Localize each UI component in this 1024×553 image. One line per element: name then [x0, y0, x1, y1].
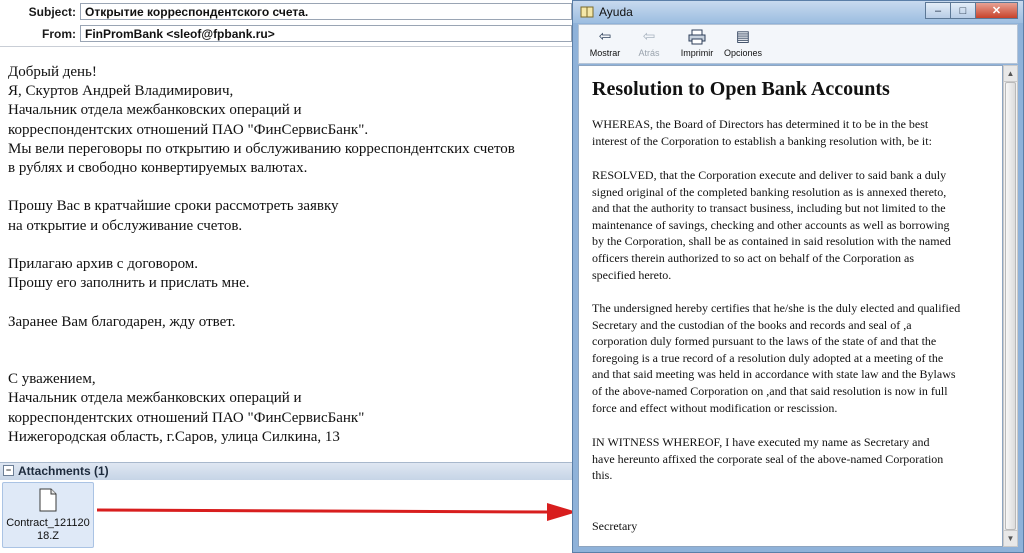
document-paragraph: WHEREAS, the Board of Directors has dete…: [592, 116, 997, 149]
help-window-title: Ayuda: [599, 5, 633, 19]
document-line: of the above-named Corporation on ,and t…: [592, 383, 948, 398]
document-line: signed original of the completed banking…: [592, 184, 947, 199]
attachment-item[interactable]: Contract_121120 18.Z: [2, 482, 94, 548]
vertical-scrollbar[interactable]: ▲ ▼: [1003, 65, 1018, 547]
document-line: and that the authority to transact busin…: [592, 201, 946, 216]
from-label: From:: [42, 27, 76, 41]
document-line: force and effect without modification or…: [592, 400, 838, 415]
document-line: corporation duly formed pursuant to the …: [592, 334, 937, 349]
help-toolbar: ⇦ Mostrar ⇦ Atrás Imprimir ▤ Opciones: [578, 24, 1018, 64]
attachments-header[interactable]: − Attachments (1): [0, 462, 572, 481]
email-body-line: корреспондентских отношений ПАО "ФинСерв…: [8, 121, 369, 138]
email-body-line: корреспондентских отношений ПАО "ФинСерв…: [8, 409, 365, 426]
email-body-line: [8, 178, 568, 197]
from-field[interactable]: FinPromBank <sleof@fpbank.ru>: [80, 25, 572, 42]
document-line: this.: [592, 468, 613, 483]
document-line: foregoing is a true record of a resoluti…: [592, 350, 944, 365]
email-body-line: Я, Скуртов Андрей Владимирович,: [8, 83, 234, 100]
print-label: Imprimir: [680, 48, 714, 58]
window-controls: – □ ✕: [925, 2, 1018, 20]
document-paragraph: IN WITNESS WHEREOF, I have executed my n…: [592, 434, 997, 484]
subject-row: Subject: Открытие корреспондентского сче…: [0, 2, 572, 22]
document-line: officers therein authorized to so act on…: [592, 250, 915, 265]
email-message-pane: Subject: Открытие корреспондентского сче…: [0, 0, 577, 553]
email-body[interactable]: Добрый день! Я, Скуртов Андрей Владимиров…: [8, 63, 568, 447]
collapse-icon[interactable]: −: [3, 465, 14, 477]
document-line: RESOLVED, that the Corporation execute a…: [592, 168, 947, 182]
email-body-line: Нижегородская область, г.Саров, улица Си…: [8, 428, 340, 445]
subject-label: Subject:: [28, 5, 76, 19]
close-button[interactable]: ✕: [975, 2, 1018, 19]
show-button[interactable]: ⇦ Mostrar: [583, 27, 627, 58]
show-pane-icon: ⇦: [598, 28, 612, 45]
help-content-pane[interactable]: Resolution to Open Bank Accounts WHEREAS…: [578, 65, 1003, 547]
scroll-up-icon[interactable]: ▲: [1004, 66, 1017, 82]
email-body-line: Прошу Вас в кратчайшие сроки рассмотреть…: [8, 198, 339, 215]
minimize-button[interactable]: –: [925, 2, 951, 19]
help-app-icon: [580, 6, 594, 18]
file-icon: [39, 488, 57, 512]
help-window: Ayuda – □ ✕ ⇦ Mostrar ⇦ Atrás Imprimir ▤…: [572, 0, 1024, 553]
email-body-line: Прошу его заполнить и прислать мне.: [8, 275, 250, 292]
help-titlebar[interactable]: Ayuda – □ ✕: [573, 1, 1023, 23]
print-button[interactable]: Imprimir: [675, 27, 719, 58]
back-button[interactable]: ⇦ Atrás: [627, 27, 671, 58]
document-line: Secretary: [592, 519, 638, 533]
maximize-button[interactable]: □: [950, 2, 976, 19]
document-line: maintenance of savings, checking and oth…: [592, 217, 950, 232]
document-line: IN WITNESS WHEREOF, I have executed my n…: [592, 435, 930, 449]
document-line: interest of the Corporation to establish…: [592, 133, 932, 148]
email-body-line: [8, 236, 568, 255]
show-label: Mostrar: [589, 48, 621, 58]
back-arrow-icon: ⇦: [642, 28, 656, 45]
document-paragraph: The undersigned hereby certifies that he…: [592, 300, 997, 416]
document-line: by the Corporation, shall be as containe…: [592, 234, 951, 249]
document-paragraph: RESOLVED, that the Corporation execute a…: [592, 167, 997, 283]
document-line: specified hereto.: [592, 267, 672, 282]
scrollbar-thumb[interactable]: [1005, 82, 1016, 530]
email-body-line: Начальник отдела межбанковских операций …: [8, 390, 302, 407]
scroll-down-icon[interactable]: ▼: [1004, 530, 1017, 546]
red-arrow-annotation: [96, 503, 577, 521]
back-label: Atrás: [638, 48, 660, 58]
email-body-line: в рублях и свободно конвертируемых валют…: [8, 160, 308, 177]
email-body-line: [8, 332, 568, 351]
email-body-line: С уважением,: [8, 371, 96, 388]
email-body-line: [8, 351, 568, 370]
attachment-filename: Contract_121120 18.Z: [3, 517, 93, 543]
options-label: Opciones: [723, 48, 763, 58]
email-body-line: Заранее Вам благодарен, жду ответ.: [8, 313, 236, 330]
email-body-line: Прилагаю архив с договором.: [8, 256, 199, 272]
email-body-line: Начальник отдела межбанковских операций …: [8, 102, 302, 119]
email-body-line: [8, 293, 568, 312]
document-line: have hereunto affixed the corporate seal…: [592, 451, 944, 466]
header-divider: [0, 46, 572, 47]
printer-icon: [675, 27, 719, 47]
document-line: The undersigned hereby certifies that he…: [592, 301, 961, 315]
document-line: Secretary and the custodian of the books…: [592, 317, 912, 332]
document-paragraph: Secretary: [592, 518, 997, 535]
from-row: From: FinPromBank <sleof@fpbank.ru>: [0, 24, 572, 44]
attachment-filename-line1: Contract_121120: [6, 517, 90, 529]
options-button[interactable]: ▤ Opciones: [721, 27, 765, 58]
email-body-line: Добрый день!: [8, 64, 97, 80]
document-title: Resolution to Open Bank Accounts: [592, 78, 890, 100]
subject-field[interactable]: Открытие корреспондентского счета.: [80, 3, 572, 20]
options-icon: ▤: [735, 28, 751, 45]
attachment-filename-line2: 18.Z: [36, 530, 59, 542]
document-line: WHEREAS, the Board of Directors has dete…: [592, 117, 929, 131]
email-body-line: Мы вели переговоры по открытию и обслужи…: [8, 140, 515, 157]
attachments-label: Attachments (1): [18, 464, 109, 478]
document-line: and that said meeting was held in accord…: [592, 367, 956, 382]
email-body-line: на открытие и обслуживание счетов.: [8, 217, 243, 234]
